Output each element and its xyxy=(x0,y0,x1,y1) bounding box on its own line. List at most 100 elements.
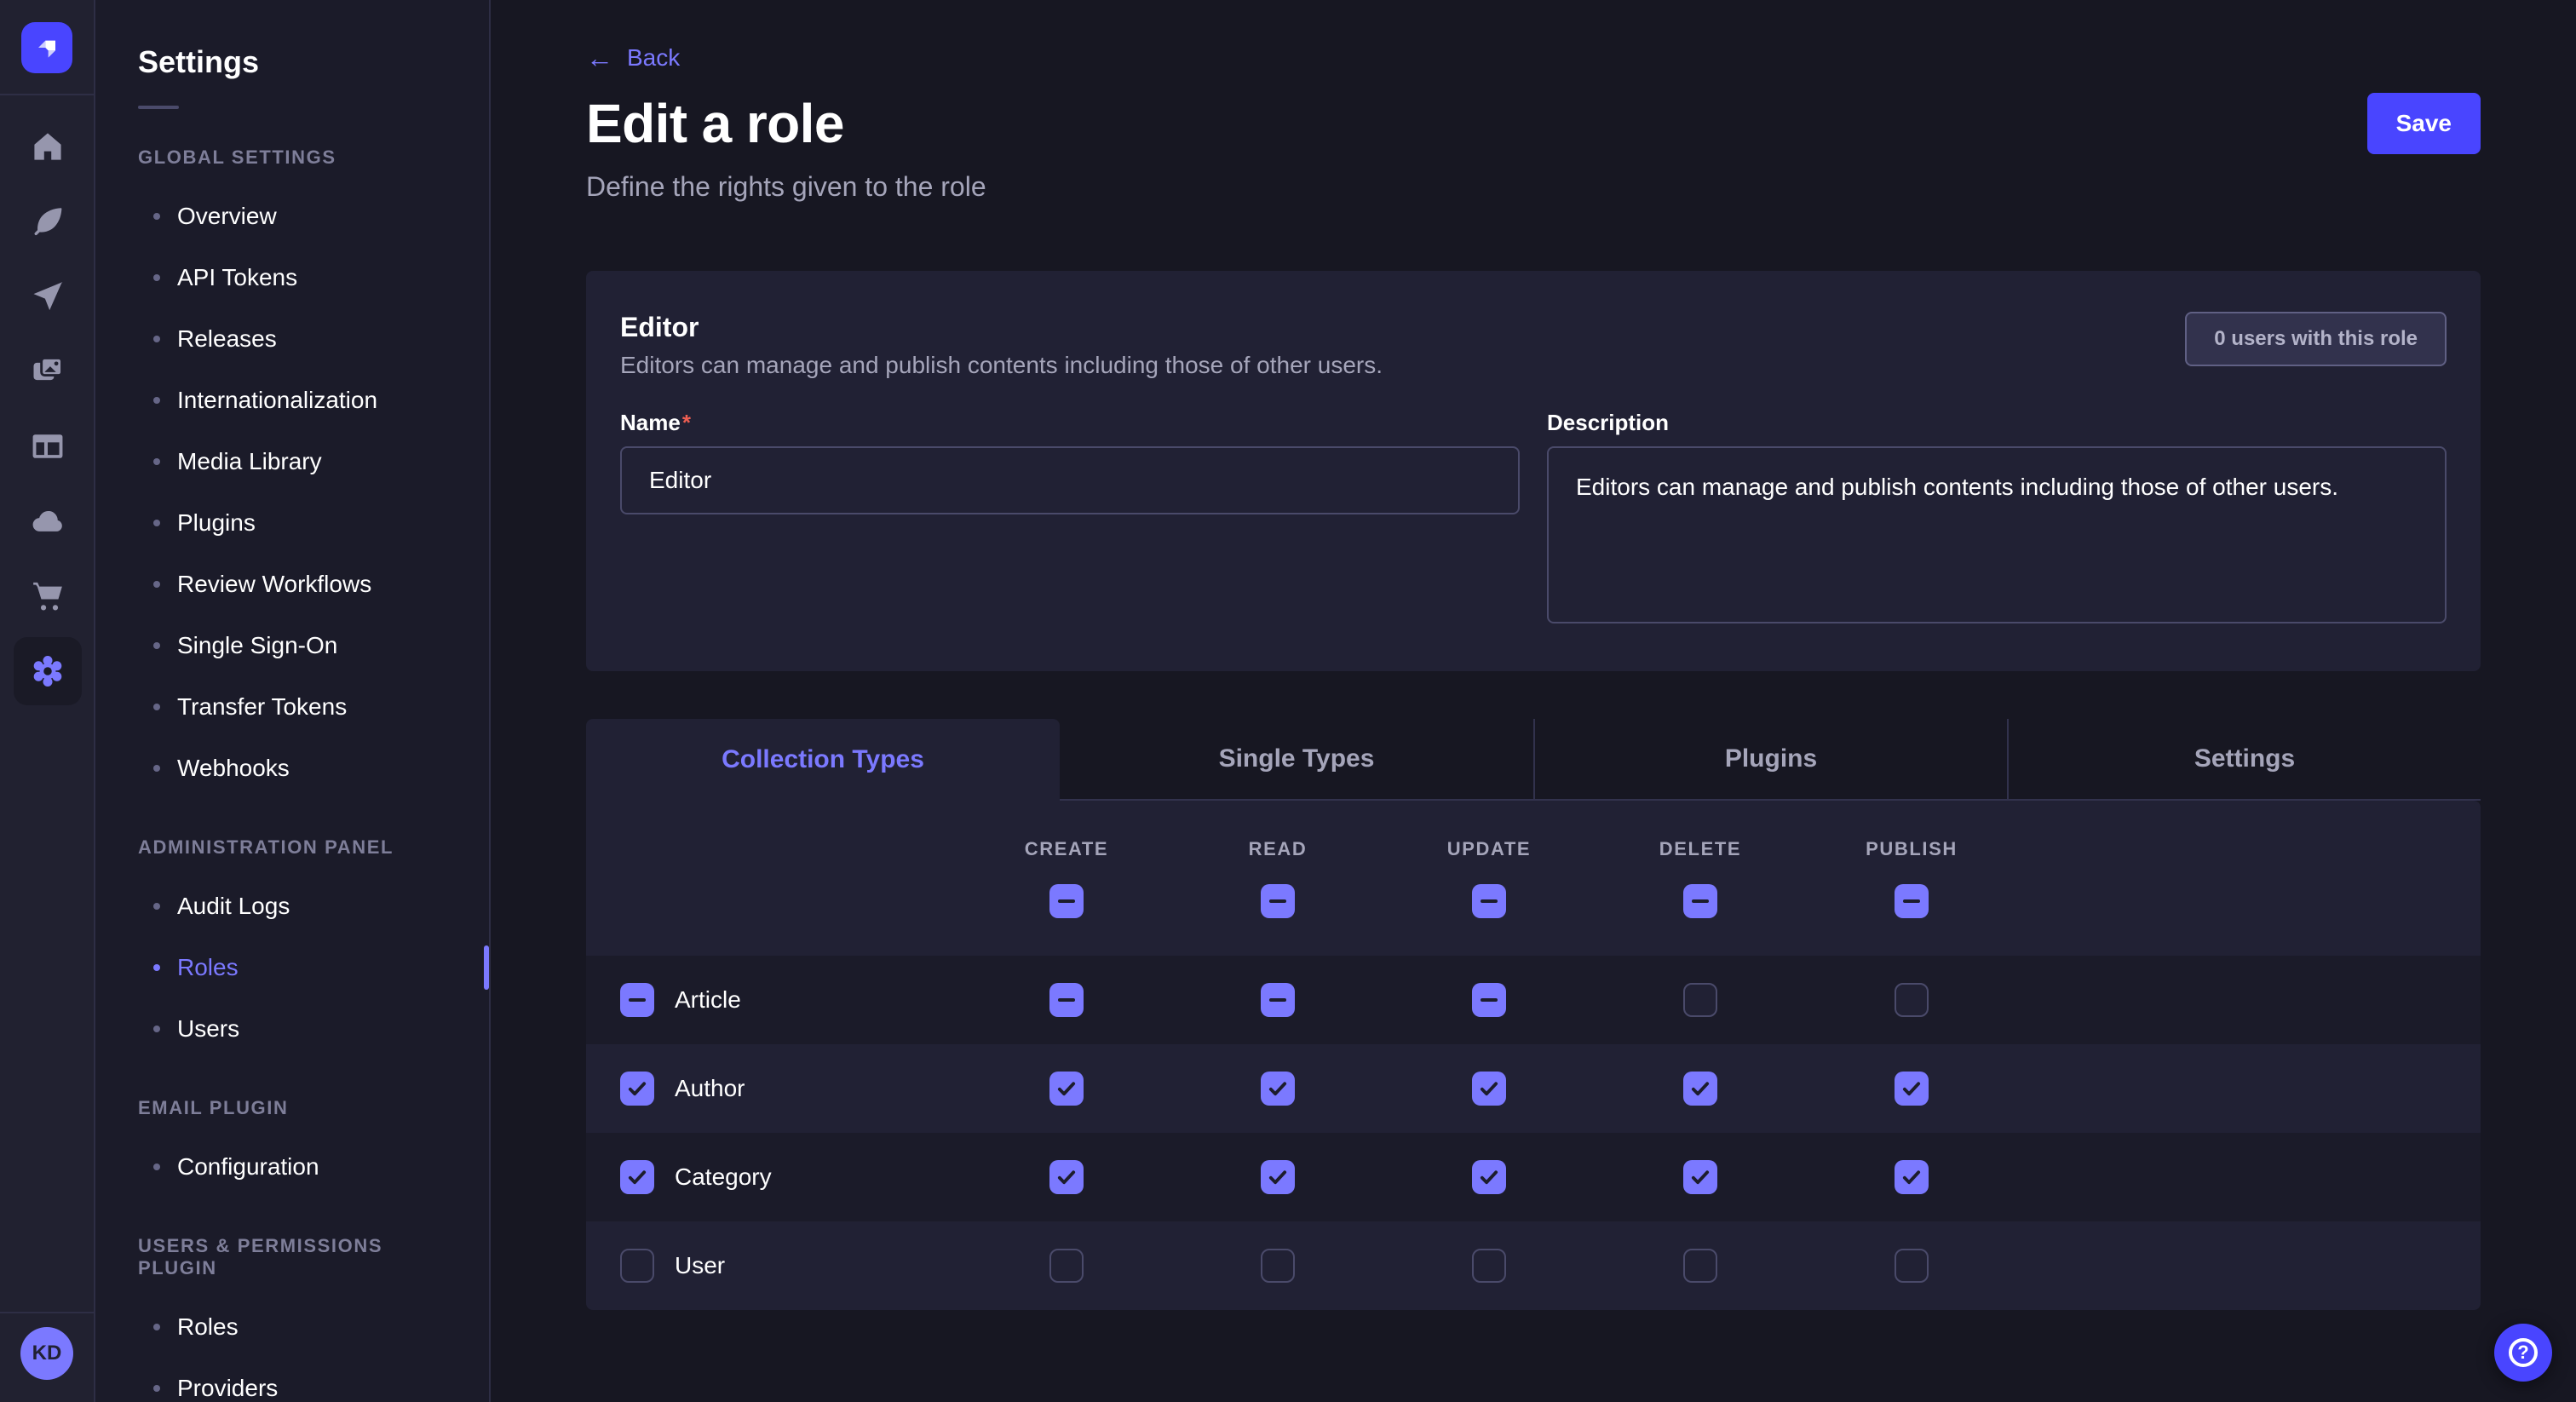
checkbox-checked[interactable] xyxy=(1049,1160,1084,1194)
page-subtitle: Define the rights given to the role xyxy=(586,171,2481,203)
indeterminate-dash-icon xyxy=(1481,998,1498,1002)
sidebar-item-review-workflows[interactable]: Review Workflows xyxy=(95,554,489,615)
permission-row-author: Author xyxy=(586,1044,2481,1133)
tab-settings[interactable]: Settings xyxy=(2007,719,2481,801)
media-library-icon[interactable] xyxy=(0,334,95,409)
sidebar-item-webhooks[interactable]: Webhooks xyxy=(95,738,489,799)
checkbox-checked[interactable] xyxy=(1895,1072,1929,1106)
feather-icon[interactable] xyxy=(0,184,95,259)
sidebar-item-overview[interactable]: Overview xyxy=(95,186,489,247)
sidebar-item-label: API Tokens xyxy=(177,264,297,291)
sidebar-item-label: Configuration xyxy=(177,1153,319,1181)
paper-plane-icon[interactable] xyxy=(0,259,95,334)
check-icon xyxy=(1055,1077,1078,1100)
sidebar-item-roles[interactable]: Roles xyxy=(95,1296,489,1358)
sidebar-item-label: Users xyxy=(177,1015,239,1043)
bullet-icon xyxy=(153,1164,160,1170)
bullet-icon xyxy=(153,520,160,526)
sidebar-item-audit-logs[interactable]: Audit Logs xyxy=(95,876,489,937)
active-indicator xyxy=(484,945,489,990)
checkbox-indeterminate[interactable] xyxy=(1472,983,1506,1017)
checkbox-indeterminate[interactable] xyxy=(1261,983,1295,1017)
permissions-header-checkboxes xyxy=(586,884,2481,918)
content-type-label: Article xyxy=(675,986,741,1014)
checkbox-unchecked[interactable] xyxy=(1895,1249,1929,1283)
sidebar-item-users[interactable]: Users xyxy=(95,998,489,1060)
checkbox-indeterminate[interactable] xyxy=(1683,884,1717,918)
checkbox-unchecked[interactable] xyxy=(1261,1249,1295,1283)
role-name-input[interactable] xyxy=(620,446,1520,514)
sidebar-item-media-library[interactable]: Media Library xyxy=(95,431,489,492)
cloud-icon[interactable] xyxy=(0,484,95,559)
checkbox-unchecked[interactable] xyxy=(1683,983,1717,1017)
content-manager-icon[interactable] xyxy=(0,409,95,484)
help-button[interactable]: ? xyxy=(2494,1324,2552,1382)
checkbox-indeterminate[interactable] xyxy=(1049,983,1084,1017)
checkbox-indeterminate[interactable] xyxy=(1049,884,1084,918)
tab-plugins[interactable]: Plugins xyxy=(1533,719,2007,801)
bullet-icon xyxy=(153,964,160,971)
checkbox-checked[interactable] xyxy=(1895,1160,1929,1194)
checkbox-checked[interactable] xyxy=(1261,1160,1295,1194)
sidebar-item-api-tokens[interactable]: API Tokens xyxy=(95,247,489,308)
back-link[interactable]: ← Back xyxy=(586,44,680,72)
checkbox-checked[interactable] xyxy=(1472,1160,1506,1194)
permissions-section: Collection TypesSingle TypesPluginsSetti… xyxy=(586,719,2481,1310)
checkbox-checked[interactable] xyxy=(1472,1072,1506,1106)
sidebar-item-configuration[interactable]: Configuration xyxy=(95,1136,489,1198)
permission-cell xyxy=(1172,983,1383,1017)
checkbox-unchecked[interactable] xyxy=(1683,1249,1717,1283)
column-label-read: READ xyxy=(1172,838,1383,860)
permission-cell xyxy=(1172,1249,1383,1283)
save-button[interactable]: Save xyxy=(2367,93,2481,154)
role-description-text: Editors can manage and publish contents … xyxy=(620,352,2447,379)
column-label-publish: PUBLISH xyxy=(1806,838,2017,860)
sidebar-item-releases[interactable]: Releases xyxy=(95,308,489,370)
sidebar-item-single-sign-on[interactable]: Single Sign-On xyxy=(95,615,489,676)
checkbox-checked[interactable] xyxy=(620,1072,654,1106)
tab-single-types[interactable]: Single Types xyxy=(1060,719,1533,801)
nav-rail-footer: KD xyxy=(0,1312,94,1402)
permissions-table-rows: ArticleAuthorCategoryUser xyxy=(586,956,2481,1310)
sidebar-item-transfer-tokens[interactable]: Transfer Tokens xyxy=(95,676,489,738)
checkbox-indeterminate[interactable] xyxy=(1895,884,1929,918)
checkbox-unchecked[interactable] xyxy=(620,1249,654,1283)
checkbox-checked[interactable] xyxy=(1261,1072,1295,1106)
permission-cell xyxy=(1806,1072,2017,1106)
sidebar-item-plugins[interactable]: Plugins xyxy=(95,492,489,554)
sidebar-item-providers[interactable]: Providers xyxy=(95,1358,489,1402)
checkbox-checked[interactable] xyxy=(1683,1072,1717,1106)
checkbox-checked[interactable] xyxy=(1683,1160,1717,1194)
bullet-icon xyxy=(153,903,160,910)
checkbox-indeterminate[interactable] xyxy=(620,983,654,1017)
indeterminate-dash-icon xyxy=(1481,899,1498,903)
checkbox-checked[interactable] xyxy=(1049,1072,1084,1106)
header-checkbox-cell xyxy=(1383,884,1595,918)
check-icon xyxy=(626,1077,648,1100)
checkbox-unchecked[interactable] xyxy=(1049,1249,1084,1283)
tab-collection-types[interactable]: Collection Types xyxy=(586,719,1060,801)
sidebar-sections: GLOBAL SETTINGSOverviewAPI TokensRelease… xyxy=(95,147,489,1402)
sidebar-item-internationalization[interactable]: Internationalization xyxy=(95,370,489,431)
checkbox-indeterminate[interactable] xyxy=(1472,884,1506,918)
role-description-input[interactable]: Editors can manage and publish contents … xyxy=(1547,446,2447,623)
checkbox-unchecked[interactable] xyxy=(1895,983,1929,1017)
checkbox-indeterminate[interactable] xyxy=(1261,884,1295,918)
home-icon[interactable] xyxy=(0,109,95,184)
marketplace-cart-icon[interactable] xyxy=(0,559,95,634)
sidebar-item-label: Overview xyxy=(177,203,277,230)
checkbox-checked[interactable] xyxy=(620,1160,654,1194)
users-with-role-badge[interactable]: 0 users with this role xyxy=(2185,312,2447,366)
sidebar-item-roles[interactable]: Roles xyxy=(95,937,489,998)
indeterminate-dash-icon xyxy=(1269,899,1286,903)
avatar[interactable]: KD xyxy=(20,1327,73,1380)
main-nav-rail: KD xyxy=(0,0,95,1402)
page-title: Edit a role xyxy=(586,96,844,151)
checkbox-unchecked[interactable] xyxy=(1472,1249,1506,1283)
indeterminate-dash-icon xyxy=(1269,998,1286,1002)
divider xyxy=(138,106,179,109)
strapi-logo[interactable] xyxy=(21,22,72,73)
column-label-delete: DELETE xyxy=(1595,838,1806,860)
settings-gear-icon[interactable] xyxy=(0,634,95,709)
nav-rail-icons xyxy=(0,109,94,709)
